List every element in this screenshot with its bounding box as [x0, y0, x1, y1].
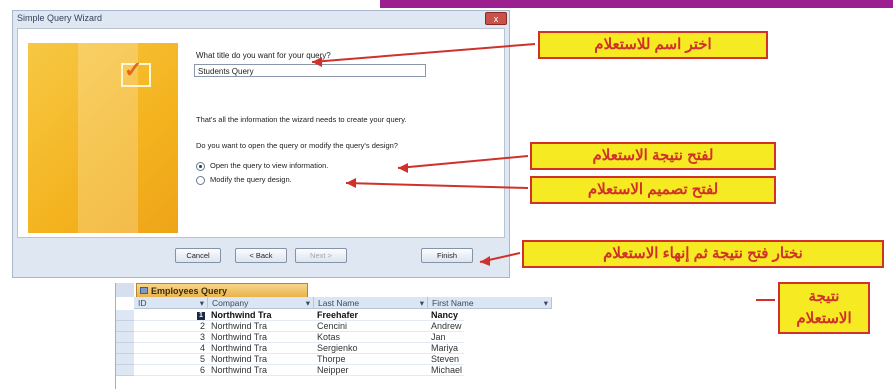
- callout-query-result: نتيجة الاستعلام: [778, 282, 870, 334]
- row-selector[interactable]: [116, 310, 134, 321]
- tab-label: Employees Query: [151, 286, 228, 296]
- callout-name-query: اختر اسم للاستعلام: [538, 31, 768, 59]
- row-selector[interactable]: [116, 354, 134, 365]
- arrow-to-open-option: [397, 155, 529, 169]
- arrow-to-title-input: [311, 43, 536, 63]
- row-selector[interactable]: [116, 332, 134, 343]
- row-gridline: [134, 375, 464, 376]
- sort-arrow-icon[interactable]: ▾: [306, 297, 313, 309]
- row-selector[interactable]: [116, 365, 134, 376]
- sort-arrow-icon[interactable]: ▾: [200, 297, 207, 309]
- callout-choose-finish: نختار فتح نتيجة ثم إنهاء الاستعلام: [522, 240, 884, 268]
- callout-result-line2: الاستعلام: [796, 310, 852, 327]
- callout-open-design: لفتح تصميم الاستعلام: [530, 176, 776, 204]
- column-header-first-name[interactable]: First Name ▾: [428, 297, 552, 309]
- column-header-id[interactable]: ID ▾: [134, 297, 208, 309]
- callout-open-result: لفتح نتيجة الاستعلام: [530, 142, 776, 170]
- query-icon: [140, 287, 148, 294]
- column-header-company[interactable]: Company ▾: [208, 297, 314, 309]
- row-selector[interactable]: [116, 343, 134, 354]
- employees-query-datasheet: Employees Query ID ▾ Company ▾ Last Name…: [115, 283, 756, 389]
- sort-arrow-icon[interactable]: ▾: [420, 297, 427, 309]
- callout-result-line1: نتيجة: [808, 288, 840, 305]
- row-selector[interactable]: [116, 321, 134, 332]
- sheet-corner[interactable]: [116, 283, 134, 297]
- column-header-last-name[interactable]: Last Name ▾: [314, 297, 428, 309]
- arrow-to-modify-option: [345, 182, 529, 189]
- selected-record-id: 1: [197, 311, 205, 320]
- sort-arrow-icon[interactable]: ▾: [544, 297, 551, 309]
- tab-employees-query[interactable]: Employees Query: [136, 283, 308, 297]
